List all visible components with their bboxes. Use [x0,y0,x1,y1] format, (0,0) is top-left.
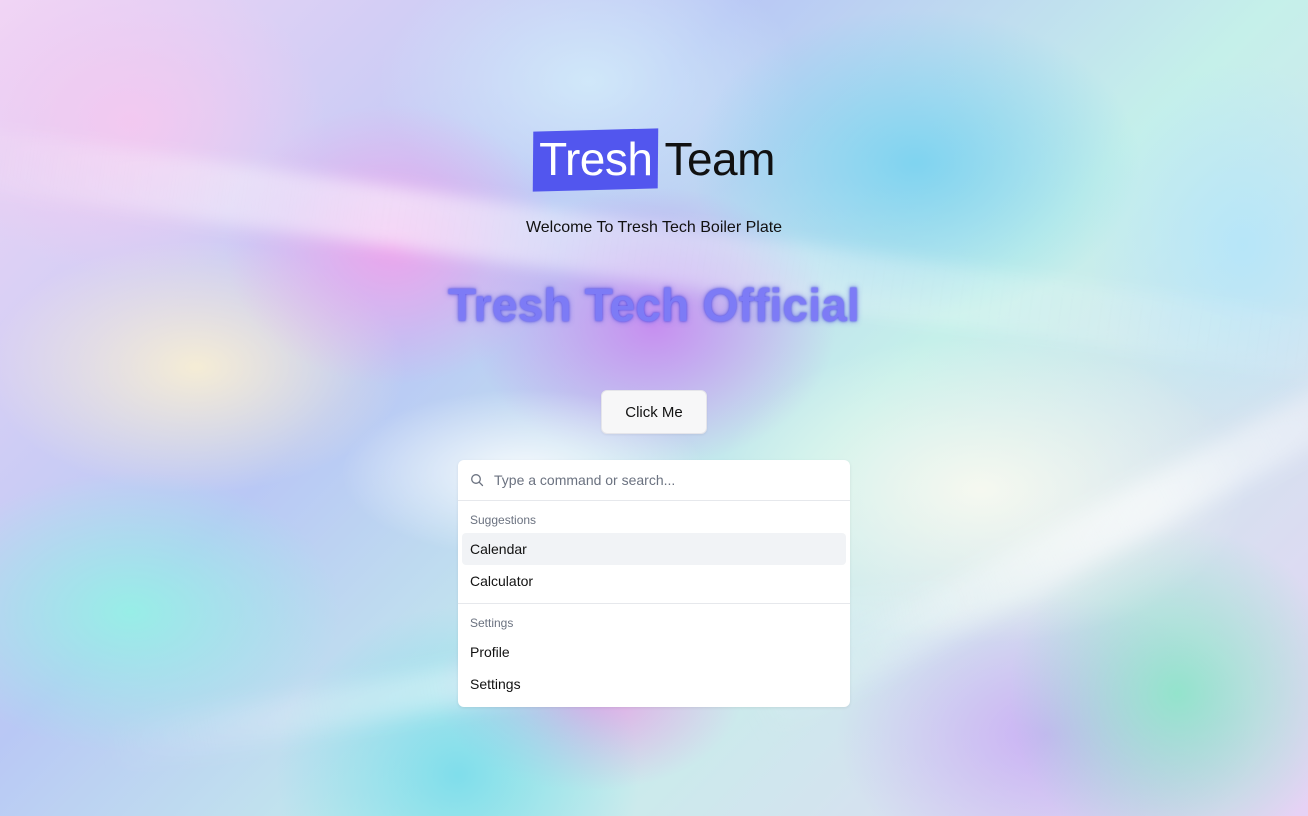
command-group-heading: Suggestions [470,513,537,527]
command-item-settings[interactable]: Settings [462,668,846,700]
logo-highlight-text: Tresh [539,133,653,185]
click-me-button[interactable]: Click Me [601,390,707,434]
command-item-calendar[interactable]: Calendar [462,533,846,565]
command-item-calculator[interactable]: Calculator [462,565,846,597]
logo: Tresh Team [0,128,1308,190]
logo-highlight-block: Tresh [533,128,658,190]
command-group-suggestions: Suggestions Calendar Calculator [458,501,850,601]
command-item-profile[interactable]: Profile [462,636,846,668]
welcome-text: Welcome To Tresh Tech Boiler Plate [525,219,783,236]
command-menu: Suggestions Calendar Calculator Settings… [458,460,850,707]
search-icon [470,473,484,487]
hero-title: Tresh Tech Official [448,279,860,331]
command-group-settings: Settings Profile Settings [458,604,850,704]
logo-plain-text: Team [664,133,775,185]
command-group-heading: Settings [470,616,514,630]
logo-wordmark: Tresh Team [533,128,775,190]
command-search-bar [458,460,850,501]
command-search-input[interactable] [494,472,824,488]
